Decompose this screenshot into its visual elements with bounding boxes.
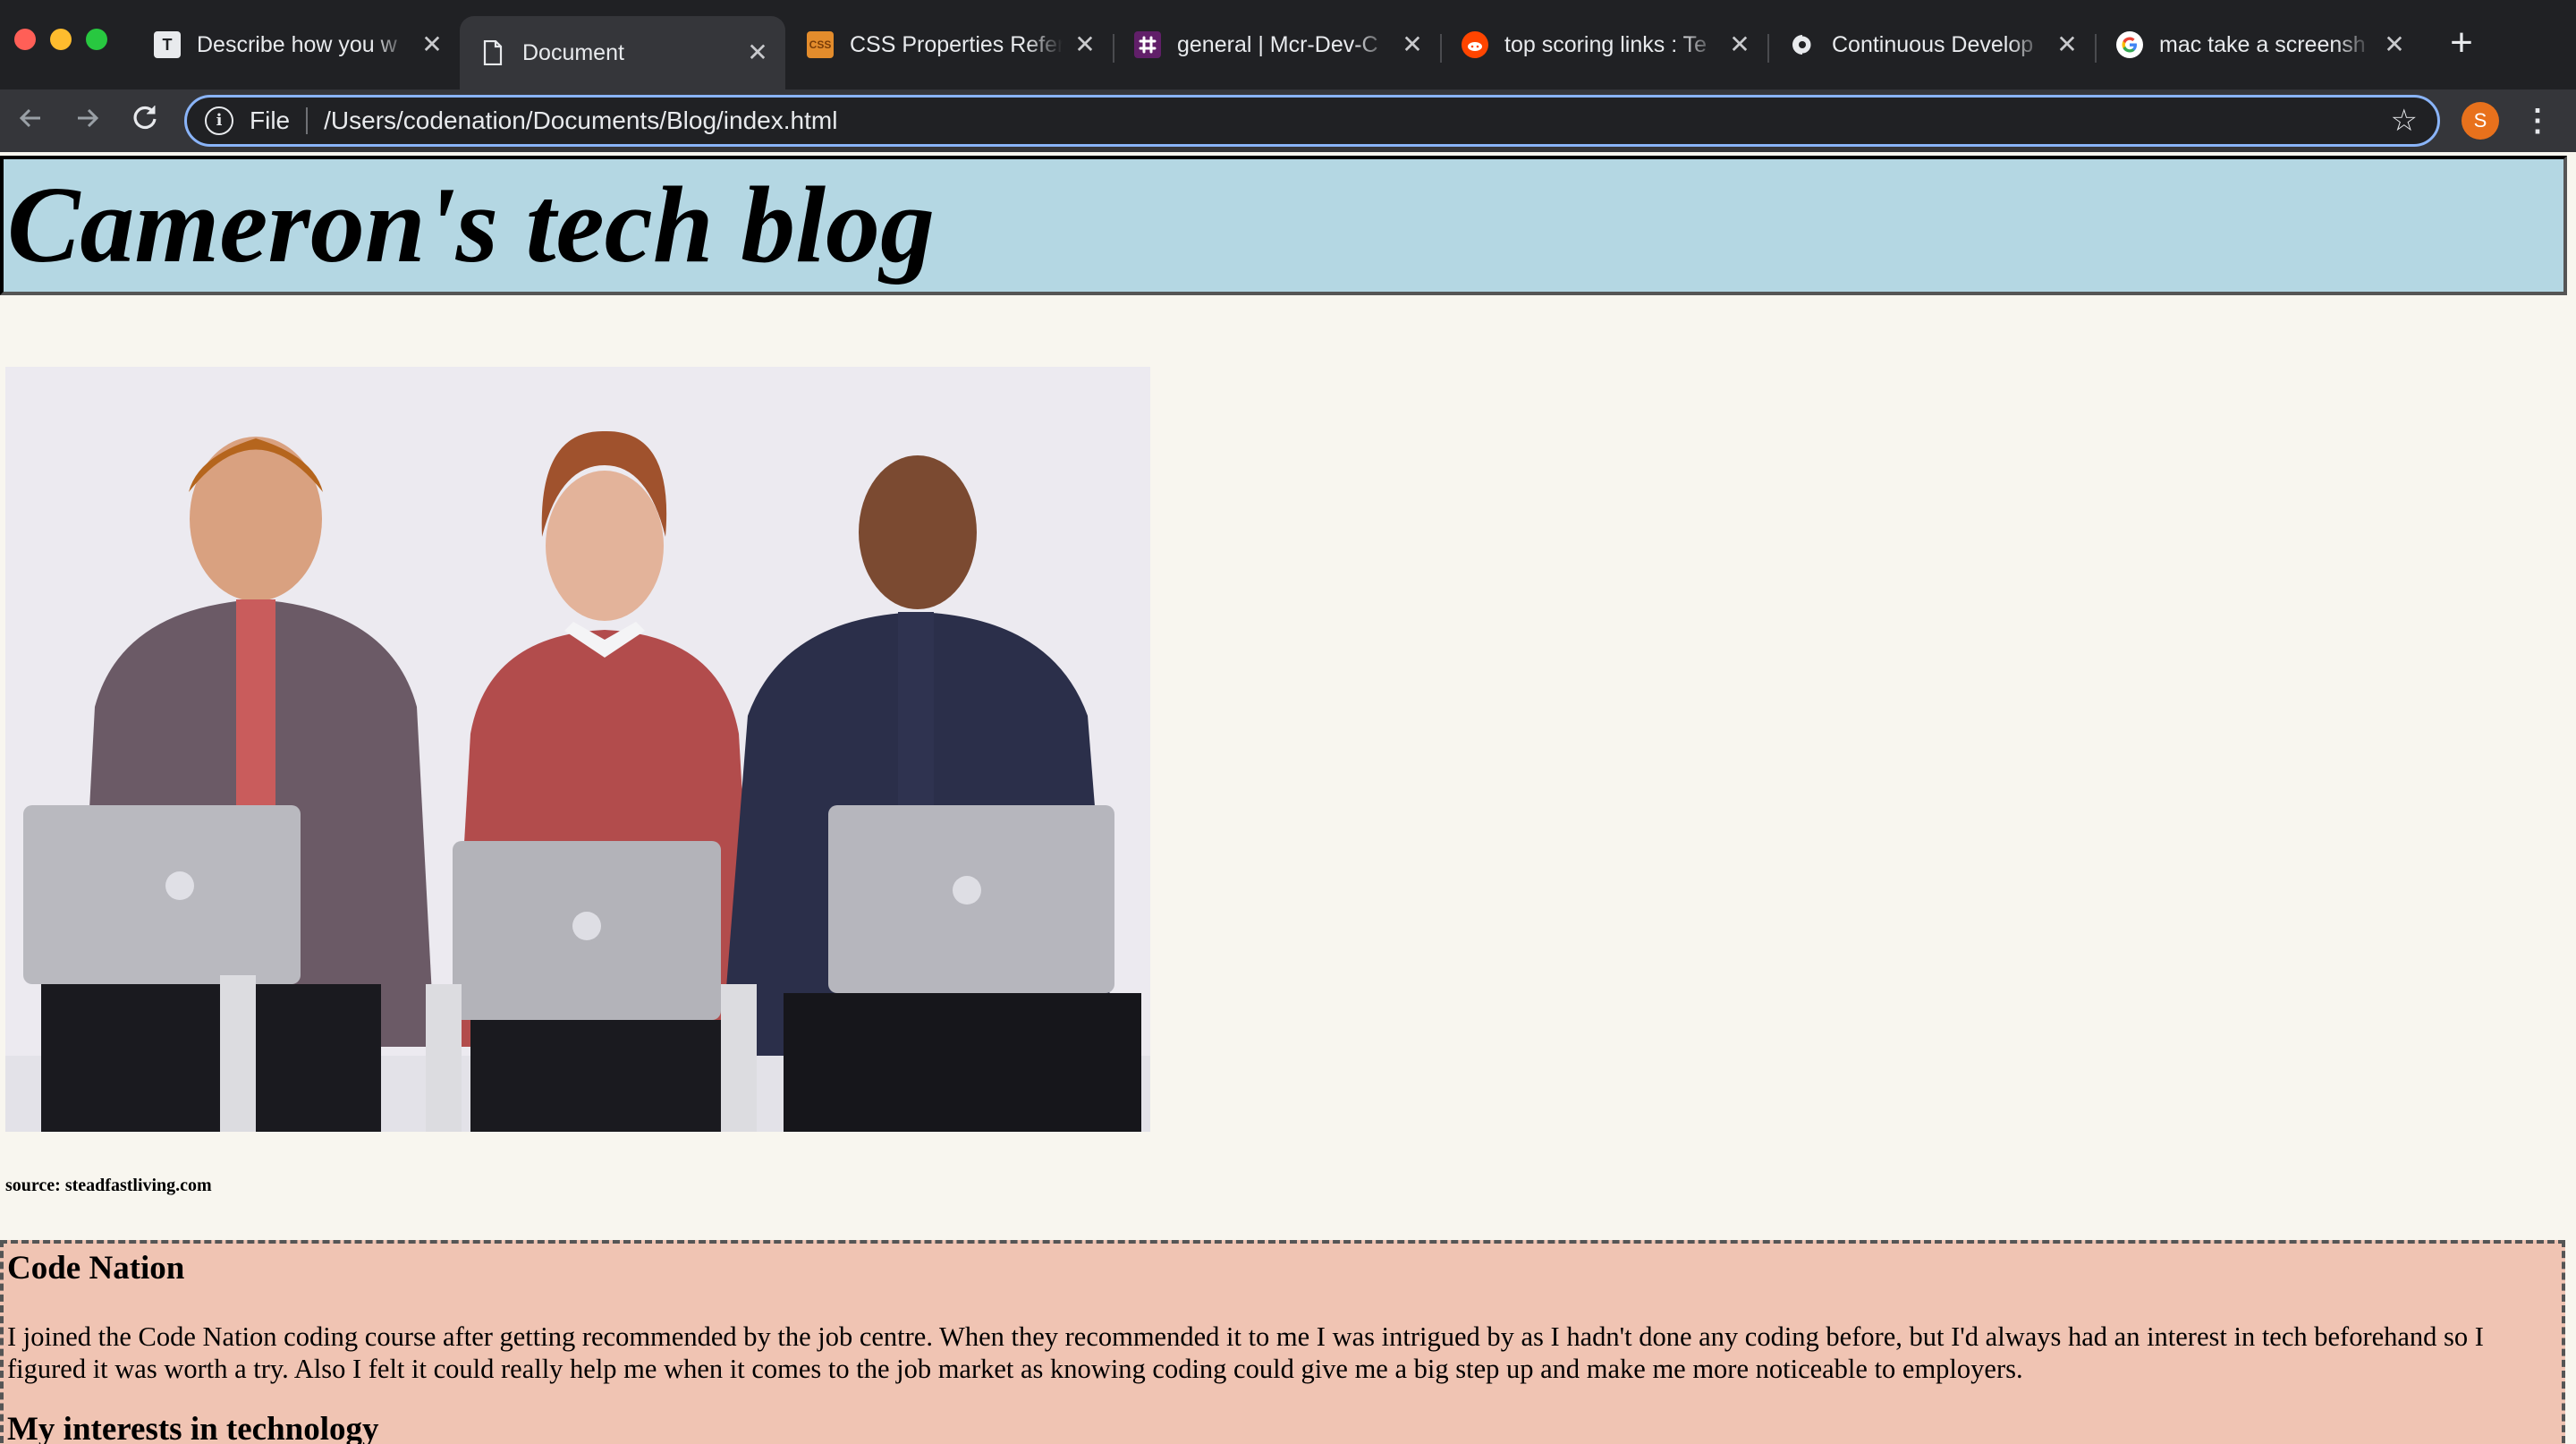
address-scheme-label: File (250, 106, 291, 134)
arrow-right-icon (78, 108, 99, 128)
tab-title: top scoring links : Te (1504, 31, 1717, 58)
browser-tab-active[interactable]: Document ✕ (460, 16, 785, 89)
image-caption: source: steadfastliving.com (5, 1176, 212, 1195)
tab-title: mac take a screensh (2159, 31, 2372, 58)
browser-menu-icon[interactable]: ⋮ (2522, 100, 2553, 141)
blog-title: Cameron's tech blog (7, 165, 936, 285)
slack-icon (1134, 31, 1161, 58)
blog-hero-image (5, 367, 1150, 1132)
reload-icon (133, 106, 157, 130)
tab-title: Continuous Develop (1832, 31, 2045, 58)
browser-tab[interactable]: top scoring links : Te ✕ (1442, 16, 1767, 73)
google-icon (2116, 31, 2143, 58)
blog-header: Cameron's tech blog (0, 156, 2567, 295)
tab-title: Document (522, 39, 624, 65)
bookmark-star-icon[interactable]: ☆ (2391, 103, 2418, 139)
close-tab-icon[interactable]: ✕ (2054, 31, 2080, 58)
forward-button[interactable] (68, 102, 107, 141)
reddit-icon (1462, 31, 1488, 58)
minimize-window-button[interactable] (50, 29, 72, 50)
circleci-icon (1789, 31, 1816, 58)
close-window-button[interactable] (14, 29, 36, 50)
close-tab-icon[interactable]: ✕ (1399, 31, 1426, 58)
close-tab-icon[interactable]: ✕ (1726, 31, 1753, 58)
tab-title: CSS Properties Refer (850, 31, 1063, 58)
close-tab-icon[interactable]: ✕ (744, 39, 771, 66)
close-tab-icon[interactable]: ✕ (419, 31, 445, 58)
typeform-favicon-icon: T (154, 31, 181, 58)
address-bar[interactable]: i File /Users/codenation/Documents/Blog/… (184, 95, 2440, 147)
info-icon[interactable]: i (205, 106, 233, 135)
css-favicon-icon: CSS (807, 31, 834, 58)
address-separator (306, 107, 309, 134)
fullscreen-window-button[interactable] (86, 29, 107, 50)
browser-tab[interactable]: general | Mcr-Dev-C ✕ (1114, 16, 1440, 73)
profile-avatar[interactable]: S (2462, 102, 2499, 140)
file-icon (479, 39, 506, 66)
section-paragraph: I joined the Code Nation coding course a… (7, 1321, 2484, 1384)
section-heading: Code Nation (7, 1250, 185, 1287)
browser-tab[interactable]: CSS CSS Properties Refer ✕ (787, 16, 1113, 73)
tab-title: Describe how you w (197, 31, 410, 58)
new-tab-button[interactable]: + (2444, 23, 2479, 63)
code-nation-section: Code Nation I joined the Code Nation cod… (0, 1240, 2565, 1444)
close-tab-icon[interactable]: ✕ (2381, 31, 2408, 58)
reload-button[interactable] (125, 102, 165, 141)
browser-tab-strip: T Describe how you w ✕ Document ✕ CSS CS… (0, 0, 2576, 89)
arrow-left-icon (19, 108, 40, 128)
browser-tab[interactable]: T Describe how you w ✕ (134, 16, 460, 73)
close-tab-icon[interactable]: ✕ (1072, 31, 1098, 58)
browser-tab[interactable]: Continuous Develop ✕ (1769, 16, 2095, 73)
page-viewport: Cameron's tech blog source: steadfastliv… (0, 152, 2576, 1444)
people-with-laptops-illustration (5, 367, 1150, 1132)
browser-tab[interactable]: mac take a screensh ✕ (2097, 16, 2422, 73)
address-url[interactable]: /Users/codenation/Documents/Blog/index.h… (324, 106, 2390, 135)
interests-heading: My interests in technology (7, 1411, 379, 1444)
tab-title: general | Mcr-Dev-C (1177, 31, 1390, 58)
back-button[interactable] (11, 102, 50, 141)
browser-toolbar: i File /Users/codenation/Documents/Blog/… (0, 89, 2576, 152)
